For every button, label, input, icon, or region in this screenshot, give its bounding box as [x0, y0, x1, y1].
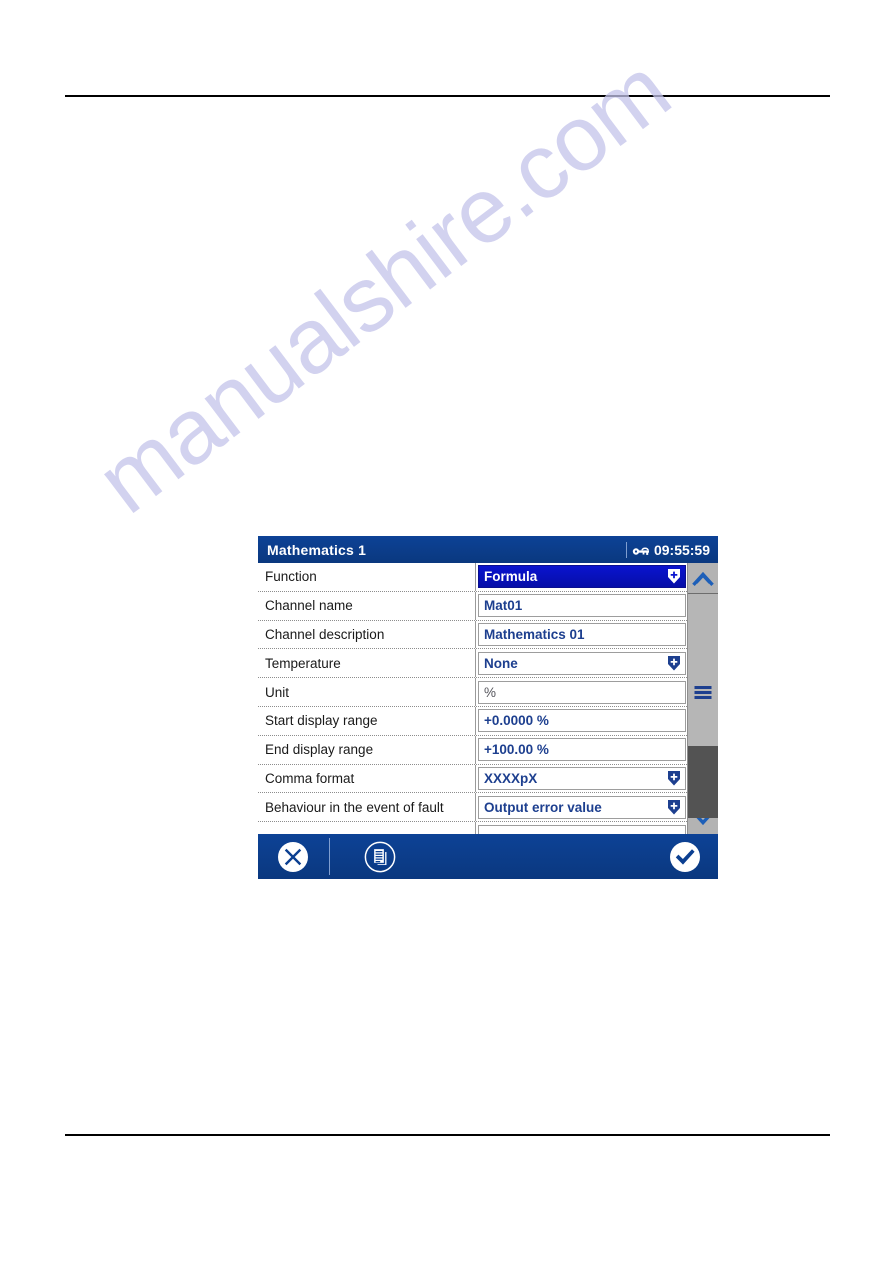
setting-value: Mathematics 01 — [484, 626, 585, 642]
scrollbar-thumb[interactable] — [688, 746, 718, 818]
comma-format-dropdown[interactable]: XXXXpX — [478, 766, 686, 790]
setting-value: +100.00 % — [484, 742, 549, 758]
title-bar-status: 09:55:59 — [625, 541, 710, 558]
key-lock-icon — [625, 541, 650, 558]
drag-grip-icon[interactable] — [694, 686, 712, 699]
setting-field-wrap: % — [475, 678, 687, 706]
setting-row-fault-behaviour[interactable]: Behaviour in the event of fault Output e… — [258, 793, 687, 823]
channel-description-input[interactable]: Mathematics 01 — [478, 622, 686, 646]
setting-field-wrap: Mathematics 01 — [475, 620, 687, 649]
setting-label: Temperature — [265, 655, 341, 671]
setting-value: +0.0000 % — [484, 713, 549, 729]
clock-display: 09:55:59 — [653, 541, 710, 558]
setting-row-partial — [258, 822, 687, 834]
setting-row-channel-name[interactable]: Channel name Mat01 — [258, 591, 687, 621]
setting-field-wrap: +100.00 % — [475, 735, 687, 764]
setting-field-wrap: Mat01 — [475, 591, 687, 620]
page-title: Mathematics 1 — [267, 541, 367, 558]
setting-row-comma-format[interactable]: Comma format XXXXpX — [258, 764, 687, 794]
confirm-check-circle-icon — [670, 841, 700, 872]
chevron-up-icon — [692, 571, 714, 586]
confirm-button[interactable] — [652, 834, 718, 879]
setting-label: Unit — [265, 684, 290, 700]
setting-field-wrap: XXXXpX — [475, 764, 687, 793]
vertical-scrollbar[interactable] — [687, 563, 718, 834]
setting-label: Comma format — [265, 770, 355, 786]
setting-row-channel-description[interactable]: Channel description Mathematics 01 — [258, 620, 687, 650]
setting-field-wrap: None — [475, 649, 687, 678]
start-display-range-input[interactable]: +0.0000 % — [478, 709, 686, 733]
partial-field — [478, 824, 686, 834]
setting-row-temperature[interactable]: Temperature None — [258, 649, 687, 679]
dialog-toolbar — [258, 834, 718, 879]
page-top-rule — [65, 95, 830, 97]
setting-value: Output error value — [484, 799, 602, 815]
setting-label: Channel description — [265, 626, 385, 642]
scrollbar-track[interactable] — [688, 594, 718, 818]
setting-value: Mat01 — [484, 598, 523, 614]
setting-label: Behaviour in the event of fault — [265, 799, 444, 815]
cancel-x-circle-icon — [278, 841, 308, 872]
setting-label: Channel name — [265, 598, 353, 614]
mathematics-config-dialog: Mathematics 1 09:55:59 Function Formula … — [258, 536, 718, 881]
end-display-range-input[interactable]: +100.00 % — [478, 738, 686, 762]
dialog-title-bar: Mathematics 1 09:55:59 — [258, 536, 718, 563]
setting-label: Function — [265, 569, 317, 585]
function-dropdown[interactable]: Formula — [478, 565, 686, 589]
fault-behaviour-dropdown[interactable]: Output error value — [478, 795, 686, 819]
setting-field-wrap: Output error value — [475, 793, 687, 822]
unit-input[interactable]: % — [478, 680, 686, 704]
setting-field-wrap — [475, 822, 687, 834]
setting-row-end-display-range[interactable]: End display range +100.00 % — [258, 735, 687, 765]
scroll-up-button[interactable] — [688, 563, 718, 594]
setting-row-start-display-range[interactable]: Start display range +0.0000 % — [258, 706, 687, 736]
setting-field-wrap: Formula — [475, 563, 687, 591]
chevron-down-icon[interactable] — [667, 770, 681, 786]
settings-list: Function Formula Channel name Mat01 Chan… — [258, 563, 687, 834]
temperature-dropdown[interactable]: None — [478, 651, 686, 675]
setting-value: XXXXpX — [484, 770, 538, 786]
setting-value: None — [484, 655, 518, 671]
chevron-down-icon[interactable] — [667, 569, 681, 584]
setting-row-unit[interactable]: Unit % — [258, 678, 687, 707]
channel-name-input[interactable]: Mat01 — [478, 594, 686, 618]
copy-button[interactable] — [331, 834, 428, 879]
cancel-button[interactable] — [258, 834, 328, 879]
setting-label: End display range — [265, 742, 374, 758]
setting-value: Formula — [484, 569, 538, 585]
setting-label: Start display range — [265, 713, 378, 729]
setting-row-function[interactable]: Function Formula — [258, 563, 687, 592]
chevron-down-icon[interactable] — [667, 655, 681, 671]
page-bottom-rule — [65, 1134, 830, 1136]
chevron-down-icon[interactable] — [667, 799, 681, 815]
dialog-body: Function Formula Channel name Mat01 Chan… — [258, 563, 718, 834]
copy-document-icon — [364, 841, 395, 872]
setting-value: % — [484, 684, 497, 700]
setting-field-wrap: +0.0000 % — [475, 706, 687, 735]
